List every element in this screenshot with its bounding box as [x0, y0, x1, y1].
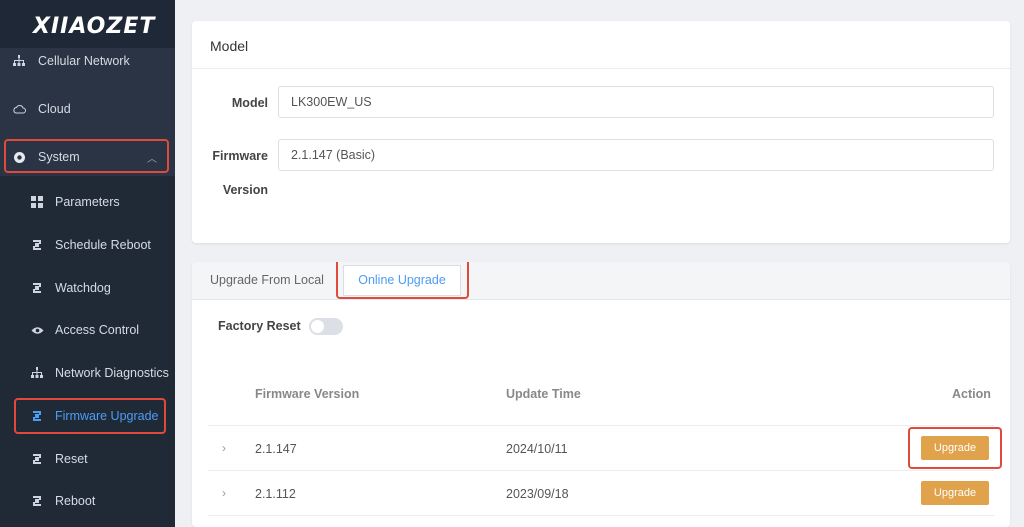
table-divider: [208, 515, 994, 516]
sidebar-item-parameters[interactable]: Parameters: [0, 187, 175, 217]
refresh-icon: [30, 238, 44, 252]
refresh-icon: [30, 452, 44, 466]
sidebar-item-schedule-reboot[interactable]: Schedule Reboot: [0, 230, 175, 260]
model-card: Model Model LK300EW_US Firmware Version …: [192, 21, 1010, 243]
column-header-update-time: Update Time: [506, 387, 581, 401]
model-label: Model: [231, 96, 268, 110]
logo-text: XIIAOZET: [33, 14, 156, 39]
update-time-cell: 2023/09/18: [506, 487, 569, 501]
sidebar-item-label: Reboot: [55, 494, 96, 508]
card-title: Model: [210, 38, 249, 54]
upgrade-button-highlight-box: [908, 427, 1002, 469]
logo: XIIAOZET: [0, 0, 175, 48]
chevron-right-icon[interactable]: ›: [222, 441, 226, 455]
system-highlight-box: [4, 139, 169, 173]
firmware-version-field[interactable]: 2.1.147 (Basic): [278, 139, 994, 171]
toggle-knob: [311, 320, 324, 333]
sidebar-item-reboot[interactable]: Reboot: [0, 486, 175, 516]
update-time-cell: 2024/10/11: [506, 442, 568, 456]
refresh-icon: [30, 281, 44, 295]
firmware-version-cell: 2.1.112: [255, 487, 296, 501]
grid-icon: [30, 195, 44, 209]
sidebar-item-access-control[interactable]: Access Control: [0, 315, 175, 345]
eye-icon: [30, 323, 44, 337]
sidebar: XIIAOZET Cellular Network Cloud System ︿…: [0, 0, 175, 527]
sidebar-item-label: Schedule Reboot: [55, 238, 151, 252]
firmware-version-label-line2: Version: [222, 183, 268, 197]
network-icon: [12, 54, 26, 68]
firmware-upgrade-highlight-box: [14, 398, 166, 434]
factory-reset-toggle[interactable]: [309, 318, 343, 335]
table-divider: [208, 470, 994, 471]
sidebar-item-reset[interactable]: Reset: [0, 444, 175, 474]
submenu-panel: [0, 176, 175, 527]
factory-reset-label: Factory Reset: [218, 319, 301, 333]
tab-upgrade-from-local[interactable]: Upgrade From Local: [210, 273, 324, 287]
sidebar-item-watchdog[interactable]: Watchdog: [0, 273, 175, 303]
table-divider: [208, 425, 994, 426]
refresh-icon: [30, 494, 44, 508]
sidebar-item-label: Reset: [55, 452, 88, 466]
upgrade-card: Upgrade From Local Online Upgrade Factor…: [192, 262, 1010, 527]
divider: [192, 68, 1010, 69]
tab-bar: Upgrade From Local Online Upgrade: [192, 262, 1010, 300]
column-header-action: Action: [952, 387, 991, 401]
firmware-version-cell: 2.1.147: [255, 442, 297, 456]
sidebar-item-network-diagnostics[interactable]: Network Diagnostics: [0, 358, 175, 388]
model-field[interactable]: LK300EW_US: [278, 86, 994, 118]
cloud-icon: [12, 102, 26, 116]
upgrade-button[interactable]: Upgrade: [921, 481, 989, 505]
sidebar-item-label: Cellular Network: [38, 54, 130, 68]
sidebar-item-cloud[interactable]: Cloud: [0, 94, 175, 124]
chevron-right-icon[interactable]: ›: [222, 486, 226, 500]
sidebar-item-label: Network Diagnostics: [55, 366, 169, 380]
firmware-version-label-line1: Firmware: [212, 149, 268, 163]
sidebar-item-cellular-network[interactable]: Cellular Network: [0, 46, 175, 76]
sidebar-item-label: Parameters: [55, 195, 120, 209]
sidebar-item-label: Access Control: [55, 323, 140, 337]
column-header-firmware-version: Firmware Version: [255, 387, 360, 401]
sidebar-item-label: Watchdog: [55, 281, 111, 295]
network-icon: [30, 366, 44, 380]
online-upgrade-highlight-box: [336, 262, 469, 299]
sidebar-item-label: Cloud: [38, 102, 71, 116]
